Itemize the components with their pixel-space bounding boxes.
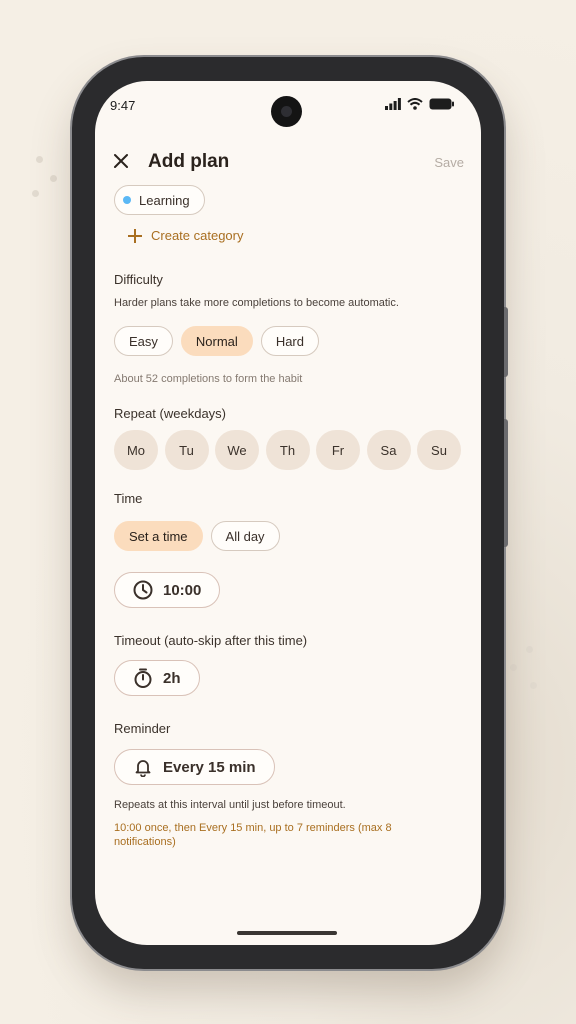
bg-dot [510, 664, 517, 671]
bell-icon [135, 760, 151, 777]
bg-dot [36, 156, 43, 163]
category-color-dot [123, 196, 131, 204]
front-camera [271, 96, 302, 127]
time-mode-options: Set a time All day [114, 521, 280, 551]
repeat-label: Repeat (weekdays) [114, 406, 226, 421]
category-label: Learning [139, 192, 190, 208]
difficulty-options: Easy Normal Hard [114, 326, 319, 356]
reminder-note: Repeats at this interval until just befo… [114, 799, 346, 811]
difficulty-hard-chip[interactable]: Hard [260, 326, 319, 356]
close-button[interactable] [109, 149, 133, 173]
create-category-button[interactable]: Create category [128, 228, 244, 243]
plus-icon [128, 228, 142, 243]
save-button[interactable]: Save [434, 155, 464, 170]
day-mo[interactable]: Mo [114, 430, 158, 470]
bg-dot [526, 646, 533, 653]
volume-button [504, 307, 508, 377]
difficulty-easy-chip[interactable]: Easy [114, 326, 173, 356]
home-indicator[interactable] [237, 931, 337, 935]
bg-dot [50, 175, 57, 182]
power-button [504, 419, 508, 547]
all-day-chip[interactable]: All day [210, 521, 280, 551]
screen: 9:47 Add plan Save Learning Create categ… [95, 81, 481, 945]
set-a-time-chip[interactable]: Set a time [114, 521, 203, 551]
time-value: 10:00 [163, 581, 202, 599]
day-we[interactable]: We [215, 430, 259, 470]
bg-dot [32, 190, 39, 197]
close-icon [114, 154, 128, 168]
time-picker-button[interactable]: 10:00 [114, 572, 221, 608]
top-bar: Add plan Save [95, 145, 481, 181]
status-icons [385, 98, 455, 110]
create-category-label: Create category [151, 228, 244, 243]
timeout-label: Timeout (auto-skip after this time) [114, 633, 308, 648]
day-tu[interactable]: Tu [164, 430, 209, 470]
bg-dot [530, 682, 537, 689]
time-label: Time [114, 491, 143, 506]
stopwatch-icon [134, 668, 152, 688]
timeout-picker-button[interactable]: 2h [114, 660, 200, 696]
wifi-icon [407, 98, 423, 110]
reminder-value: Every 15 min [163, 758, 256, 776]
difficulty-label: Difficulty [114, 272, 163, 287]
difficulty-description: Harder plans take more completions to be… [114, 297, 399, 309]
day-fr[interactable]: Fr [316, 430, 360, 470]
status-time: 9:47 [110, 98, 136, 113]
clock-icon [133, 580, 153, 600]
timeout-value: 2h [163, 669, 181, 687]
battery-icon [429, 98, 454, 110]
weekday-selector: Mo Tu We Th Fr Sa Su [114, 430, 461, 470]
signal-icon [385, 98, 401, 110]
difficulty-normal-chip[interactable]: Normal [180, 326, 253, 356]
day-su[interactable]: Su [417, 430, 461, 470]
page-title: Add plan [148, 151, 230, 172]
reminder-label: Reminder [114, 721, 171, 736]
difficulty-hint: About 52 completions to form the habit [114, 373, 303, 385]
phone-frame: 9:47 Add plan Save Learning Create categ… [72, 57, 508, 969]
day-sa[interactable]: Sa [366, 430, 411, 470]
day-th[interactable]: Th [265, 430, 310, 470]
reminder-summary: 10:00 once, then Every 15 min, up to 7 r… [114, 822, 392, 848]
category-chip-learning[interactable]: Learning [114, 185, 205, 215]
reminder-picker-button[interactable]: Every 15 min [114, 749, 275, 785]
status-bar: 9:47 [95, 81, 481, 129]
